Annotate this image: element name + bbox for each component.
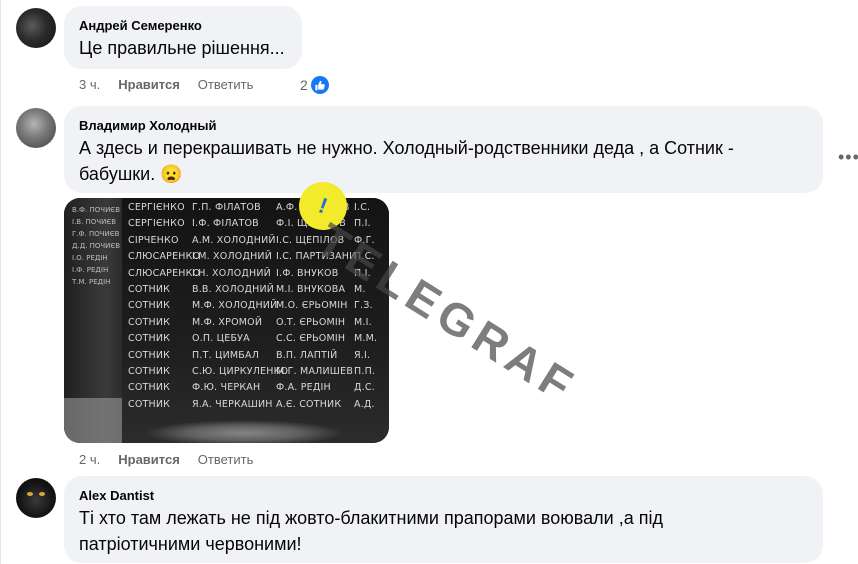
ground <box>64 398 124 443</box>
avatar[interactable] <box>16 478 56 518</box>
plaque-cell: Я.І. <box>354 349 371 361</box>
plaque-cell: СІРЧЕНКО <box>128 234 179 246</box>
plaque-cell: Д.С. <box>354 382 375 394</box>
side-name: І.Ф. РЕДІН <box>72 266 109 274</box>
plaque-cell: І.Ф. ФІЛАТОВ <box>192 218 259 230</box>
more-options-icon[interactable]: ••• <box>838 147 858 168</box>
flowers <box>144 420 344 443</box>
comment-author[interactable]: Alex Dantist <box>79 488 154 503</box>
plaque-cell: М.М. <box>354 333 378 345</box>
plaque-cell: В.П. ЛАПТІЙ <box>276 349 338 361</box>
reaction-summary[interactable]: 2 <box>300 76 329 94</box>
plaque-cell: СЛЮСАРЕНКО <box>128 267 201 279</box>
plaque-cell: П.Т. ЦИМБАЛ <box>192 349 260 361</box>
plaque-cell: С.С. ЄРЬОМІН <box>276 333 346 345</box>
plaque-cell: М.І. <box>354 316 372 328</box>
plaque-cell: СОТНИК <box>128 284 171 295</box>
plaque-row: СОТНИК Ф.Ю. ЧЕРКАН Ф.А. РЕДІН Д.С. <box>128 382 384 393</box>
plaque-row: СОТНИК М.Ф. ХРОМОЙ О.Т. ЄРЬОМІН М.І. <box>128 317 384 328</box>
plaque-cell: А.Д. <box>354 398 375 410</box>
plaque-cell: СОТНИК <box>128 349 171 361</box>
memorial-side-panel: В.Ф. ПОЧИЄВ І.В. ПОЧИЄВ Г.Ф. ПОЧИЄВ Д.Д.… <box>64 198 124 443</box>
thread-line <box>0 0 1 564</box>
plaque-cell: О.П. ЦЕБУА <box>192 333 250 345</box>
plaque-cell: Г.П. ФІЛАТОВ <box>192 202 261 213</box>
reaction-count: 2 <box>300 77 308 93</box>
side-name: І.О. РЕДІН <box>72 254 108 262</box>
comment-time[interactable]: 3 ч. <box>79 77 100 92</box>
plaque-row: СОТНИК П.Т. ЦИМБАЛ В.П. ЛАПТІЙ Я.І. <box>128 350 384 361</box>
side-name: Д.Д. ПОЧИЄВ <box>72 242 121 250</box>
plaque-cell: І.Н. ХОЛОДНИЙ <box>192 267 271 279</box>
plaque-row: СОТНИК О.П. ЦЕБУА С.С. ЄРЬОМІН М.М. <box>128 333 384 344</box>
comment-text-line-1: Ті хто там лежать не під жовто-блакитним… <box>79 508 663 528</box>
plaque-cell: СОТНИК <box>128 316 171 328</box>
plaque-cell: А.Є. СОТНИК <box>276 398 342 410</box>
plaque-row: СОТНИК С.Ю. ЦИРКУЛЕНКОМ.Г. МАЛИШЕВП.П. <box>128 366 384 377</box>
plaque-cell: СОТНИК <box>128 382 171 394</box>
plaque-cell: СЕРГІЄНКО <box>128 202 185 213</box>
avatar-eye <box>27 492 33 496</box>
plaque-row: СОТНИК Я.А. ЧЕРКАШИН А.Є. СОТНИК А.Д. <box>128 399 384 410</box>
side-name: Т.М. РЕДІН <box>72 278 111 286</box>
plaque-cell: СОТНИК <box>128 300 171 312</box>
plaque-cell: О.Т. ЄРЬОМІН <box>276 316 346 328</box>
comment-actions: 3 ч. Нравится Ответить <box>79 77 271 92</box>
plaque-cell: СОТНИК <box>128 333 171 345</box>
comment-author[interactable]: Андрей Семеренко <box>79 18 202 33</box>
plaque-cell: М.Ф. ХРОМОЙ <box>192 316 263 328</box>
side-name: В.Ф. ПОЧИЄВ <box>72 206 121 214</box>
comment-text-line-1: А здесь и перекрашивать не нужно. Холодн… <box>79 138 734 158</box>
reply-button[interactable]: Ответить <box>198 452 254 467</box>
comment-time[interactable]: 2 ч. <box>79 452 100 467</box>
plaque-cell: А.М. ХОЛОДНИЙ <box>192 234 276 246</box>
comment-text: Це правильне рішення... <box>79 38 285 58</box>
plaque-cell: І.М. ХОЛОДНИЙ <box>192 251 273 263</box>
plaque-cell: М.І. ВНУКОВА <box>276 284 346 295</box>
like-button[interactable]: Нравится <box>118 452 180 467</box>
plaque-cell: М.Г. МАЛИШЕВ <box>276 366 354 377</box>
thumbs-up-icon <box>310 76 329 94</box>
plaque-cell: Ф.Ю. ЧЕРКАН <box>192 382 261 394</box>
like-button[interactable]: Нравится <box>118 77 180 92</box>
comment-author[interactable]: Владимир Холодный <box>79 118 216 133</box>
side-name: Г.Ф. ПОЧИЄВ <box>72 230 120 238</box>
avatar[interactable] <box>16 8 56 48</box>
plaque-cell: М.Ф. ХОЛОДНИЙ <box>192 300 278 312</box>
plaque-cell: СЛЮСАРЕНКО <box>128 251 201 263</box>
plaque-cell: СОТНИК <box>128 398 171 410</box>
plaque-cell: Я.А. ЧЕРКАШИН <box>192 398 273 410</box>
comment-text-line-2: бабушки. 😦 <box>79 164 183 184</box>
plaque-cell: П.П. <box>354 366 376 377</box>
avatar[interactable] <box>16 108 56 148</box>
reply-button[interactable]: Ответить <box>198 77 254 92</box>
comment-actions: 2 ч. Нравится Ответить <box>79 452 271 467</box>
side-name: І.В. ПОЧИЄВ <box>72 218 117 226</box>
plaque-cell: М.О. ЄРЬОМІН <box>276 300 348 312</box>
plaque-cell: СОТНИК <box>128 366 171 377</box>
avatar-eye <box>39 492 45 496</box>
plaque-cell: І.С. <box>354 202 371 213</box>
plaque-cell: В.В. ХОЛОДНИЙ <box>192 284 275 295</box>
comment-text-line-2: патріотичними червоними! <box>79 534 302 554</box>
plaque-row: СОТНИК М.Ф. ХОЛОДНИЙМ.О. ЄРЬОМІН Г.З. <box>128 300 384 311</box>
plaque-cell: СЕРГІЄНКО <box>128 218 185 230</box>
plaque-cell: Ф.А. РЕДІН <box>276 382 331 394</box>
plaque-row: СОТНИК В.В. ХОЛОДНИЙ М.І. ВНУКОВА М. <box>128 284 384 295</box>
plaque-cell: С.Ю. ЦИРКУЛЕНКО <box>192 366 289 377</box>
